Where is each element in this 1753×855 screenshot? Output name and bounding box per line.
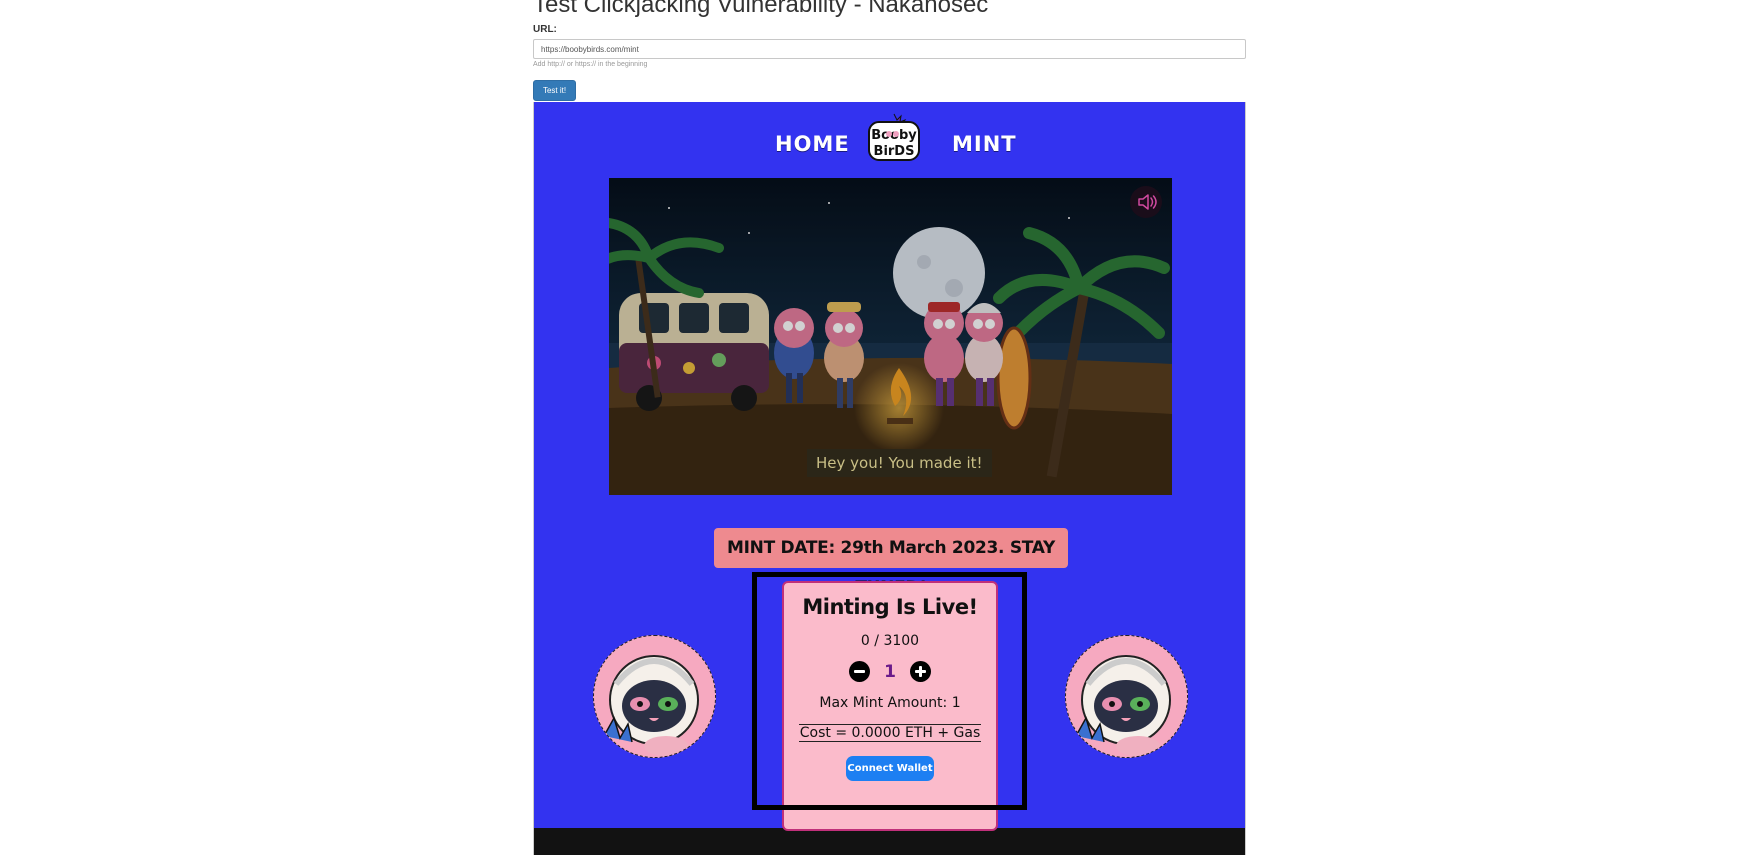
increase-quantity-button[interactable] <box>910 661 931 682</box>
bird-astronaut-avatar-right <box>1065 635 1188 758</box>
url-label: URL: <box>533 24 557 35</box>
nav-mint-link[interactable]: MINT <box>952 132 1017 156</box>
max-mint-amount: Max Mint Amount: 1 <box>819 695 961 711</box>
mint-date-banner: MINT DATE: 29th March 2023. STAY TUNED! <box>714 528 1068 598</box>
url-input[interactable] <box>533 39 1246 59</box>
quantity-stepper: 1 <box>784 661 996 682</box>
site-footer-bar <box>534 828 1245 855</box>
booby-birds-logo[interactable]: Booby BirDS <box>864 112 924 162</box>
page-title: Test Clickjacking Vulnerability - Nakano… <box>533 0 989 18</box>
intro-video[interactable]: Hey you! You made it! <box>609 178 1172 495</box>
target-site-iframe[interactable]: HOME Booby BirDS MINT <box>533 102 1246 855</box>
minus-icon <box>854 670 865 673</box>
bird-astronaut-avatar-left <box>593 635 716 758</box>
mint-card: Minting Is Live! 0 / 3100 1 Max Mint Amo… <box>782 581 998 831</box>
mint-supply-counter: 0 / 3100 <box>860 633 920 649</box>
speaker-icon <box>1138 194 1157 210</box>
mint-cost: Cost = 0.0000 ETH + Gas <box>798 724 982 742</box>
video-subtitle: Hey you! You made it! <box>807 449 992 477</box>
url-help-text: Add http:// or https:// in the beginning <box>533 61 648 68</box>
svg-text:BirDS: BirDS <box>874 144 915 159</box>
nav-home-link[interactable]: HOME <box>775 132 850 156</box>
connect-wallet-button[interactable]: Connect Wallet <box>846 756 934 781</box>
sound-toggle-button[interactable] <box>1130 186 1162 218</box>
mint-quantity: 1 <box>884 661 896 682</box>
beach-campfire-scene <box>609 178 1172 495</box>
test-it-button[interactable]: Test it! <box>533 80 576 101</box>
minting-title: Minting Is Live! <box>802 595 978 619</box>
decrease-quantity-button[interactable] <box>849 661 870 682</box>
plus-icon <box>915 666 926 677</box>
